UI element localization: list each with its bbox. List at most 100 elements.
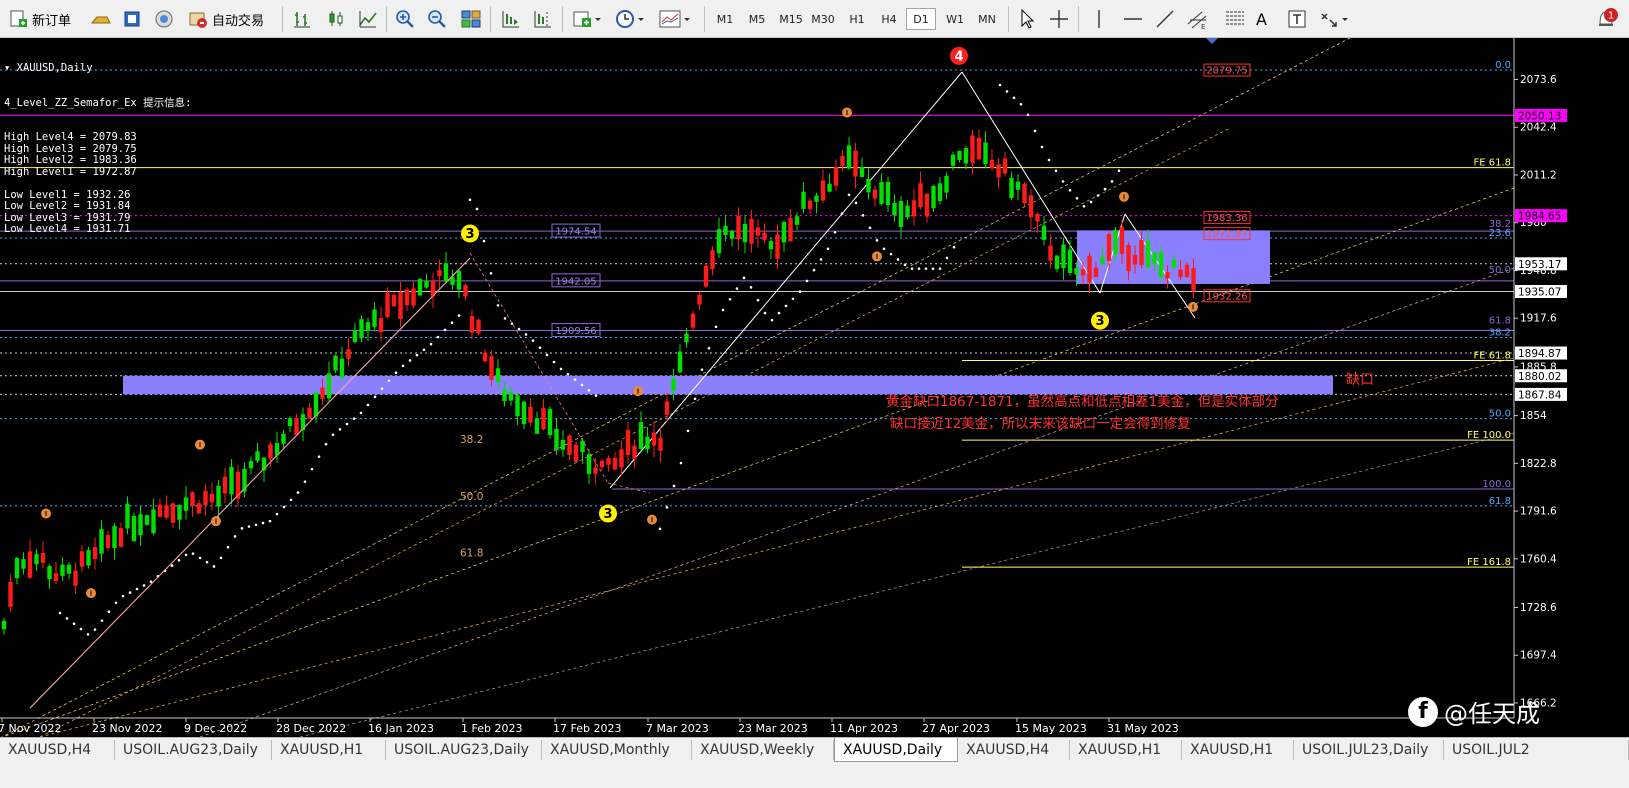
parabolic-dot bbox=[219, 556, 223, 560]
candle-body bbox=[164, 505, 169, 518]
svg-text:1: 1 bbox=[1608, 11, 1614, 22]
timeframe-m5[interactable]: M5 bbox=[742, 8, 772, 30]
timeframe-mn[interactable]: MN bbox=[972, 8, 1002, 30]
price-chart[interactable]: 4 3 3 3 1974.54 1942.05 1909.56 2079.75 1983.36… bbox=[0, 38, 1629, 737]
crosshair-icon bbox=[1050, 10, 1068, 28]
parabolic-dot bbox=[931, 267, 935, 270]
parabolic-dot bbox=[1117, 169, 1121, 173]
zoom-in-button[interactable] bbox=[394, 6, 416, 32]
trendline-tool[interactable] bbox=[1154, 6, 1176, 32]
templates-button[interactable] bbox=[658, 6, 692, 32]
auto-trading-button[interactable]: 自动交易 bbox=[188, 6, 264, 32]
vertical-line-tool[interactable] bbox=[1088, 6, 1110, 32]
candle-body bbox=[521, 401, 527, 425]
timeframe-h1[interactable]: H1 bbox=[842, 8, 872, 30]
timeframe-m1[interactable]: M1 bbox=[710, 8, 740, 30]
timeframe-d1[interactable]: D1 bbox=[906, 8, 936, 30]
candle-body bbox=[8, 581, 13, 607]
candle-body bbox=[1048, 245, 1053, 261]
arrows-tool[interactable] bbox=[1318, 6, 1352, 32]
fib-label: FE 61.8 bbox=[1473, 158, 1511, 169]
candle-body bbox=[1, 620, 7, 630]
candle-body bbox=[99, 529, 104, 554]
cursor-tool[interactable] bbox=[1016, 6, 1038, 32]
candle-body bbox=[560, 440, 566, 450]
text-label-tool[interactable] bbox=[1286, 6, 1308, 32]
chart-tab[interactable]: XAUUSD,Daily bbox=[834, 738, 958, 762]
parabolic-dot bbox=[310, 467, 314, 471]
parabolic-dot bbox=[261, 521, 265, 525]
text-tool[interactable]: A bbox=[1256, 6, 1267, 32]
candle-body bbox=[638, 422, 644, 449]
parabolic-dot bbox=[903, 263, 907, 267]
bar-chart-button[interactable] bbox=[292, 6, 312, 32]
channel-tool[interactable]: E bbox=[1186, 6, 1210, 32]
horizontal-line-tool[interactable] bbox=[1122, 6, 1144, 32]
parabolic-dot bbox=[665, 506, 669, 509]
chart-tab[interactable]: USOIL.JUL2 bbox=[1444, 740, 1629, 760]
toolbar-separator bbox=[282, 6, 283, 32]
box-label: 1932.26 bbox=[1206, 291, 1247, 302]
price-tick-label: 2073.6 bbox=[1520, 74, 1557, 86]
candle-body bbox=[905, 205, 910, 218]
parabolic-dot bbox=[587, 389, 591, 392]
chart-tab[interactable]: XAUUSD,H4 bbox=[958, 740, 1070, 760]
candle-body bbox=[229, 466, 234, 495]
timeframe-m30[interactable]: M30 bbox=[808, 8, 838, 30]
line-chart-button[interactable] bbox=[358, 6, 378, 32]
tile-windows-button[interactable] bbox=[460, 6, 482, 32]
parabolic-dot bbox=[1061, 180, 1065, 183]
chart-tab[interactable]: XAUUSD,H4 bbox=[0, 740, 115, 760]
candle-body bbox=[53, 573, 59, 582]
candle-body bbox=[677, 351, 683, 373]
candle-body bbox=[1158, 251, 1164, 278]
chart-tab[interactable]: USOIL.AUG23,Daily bbox=[115, 740, 272, 760]
semafor-marker-label: 4 bbox=[954, 49, 963, 64]
parabolic-dot bbox=[1012, 96, 1016, 100]
price-tick-label: 1728.6 bbox=[1520, 602, 1557, 614]
new-order-button[interactable]: 新订单 bbox=[8, 6, 71, 32]
price-box-label: 1935.07 bbox=[1518, 287, 1561, 299]
chart-tab[interactable]: XAUUSD,H1 bbox=[272, 740, 386, 760]
candle-body bbox=[411, 288, 416, 306]
auto-scroll-button[interactable] bbox=[500, 6, 522, 32]
candle-body bbox=[1067, 249, 1073, 273]
candle-body bbox=[27, 551, 33, 578]
indicators-button[interactable] bbox=[572, 6, 602, 32]
chart-tab[interactable]: XAUUSD,H1 bbox=[1070, 740, 1182, 760]
candle-body bbox=[34, 554, 39, 565]
candle-body bbox=[495, 368, 501, 383]
chart-tab[interactable]: XAUUSD,H1 bbox=[1182, 740, 1294, 760]
candlestick-button[interactable] bbox=[326, 6, 346, 32]
time-tick-label: 1 Feb 2023 bbox=[461, 722, 522, 735]
timeframe-w1[interactable]: W1 bbox=[940, 8, 970, 30]
new-order-label: 新订单 bbox=[32, 13, 72, 29]
crosshair-tool[interactable] bbox=[1048, 6, 1070, 32]
parabolic-dot bbox=[72, 622, 76, 626]
candle-body bbox=[788, 217, 793, 242]
chart-tab[interactable]: USOIL.JUL23,Daily bbox=[1294, 740, 1444, 760]
chart-tab[interactable]: XAUUSD,Monthly bbox=[542, 740, 692, 760]
candle-body bbox=[931, 185, 936, 209]
signals-button[interactable] bbox=[154, 6, 174, 32]
gold-bars-icon bbox=[90, 16, 111, 24]
annotation-line-2: 缺口接近12美金，所以未来该缺口一定会得到修复 bbox=[890, 415, 1191, 432]
timeframe-h4[interactable]: H4 bbox=[874, 8, 904, 30]
chart-shift-button[interactable] bbox=[532, 6, 554, 32]
chart-shift-icon bbox=[534, 11, 551, 28]
chart-tab[interactable]: USOIL.AUG23,Daily bbox=[386, 740, 542, 760]
fib-label: 50.0 bbox=[1489, 265, 1511, 276]
toolbar-separator bbox=[704, 6, 705, 32]
price-box-label: 1984.65 bbox=[1518, 211, 1561, 223]
market-watch-button[interactable] bbox=[90, 6, 112, 32]
navigator-button[interactable] bbox=[122, 6, 142, 32]
chart-tab[interactable]: XAUUSD,Weekly bbox=[692, 740, 834, 760]
periods-button[interactable] bbox=[614, 6, 646, 32]
zoom-out-button[interactable] bbox=[426, 6, 448, 32]
parabolic-dot bbox=[317, 455, 321, 458]
timeframe-m15[interactable]: M15 bbox=[776, 8, 806, 30]
parabolic-dot bbox=[191, 552, 195, 555]
alerts-button[interactable]: 1 bbox=[1592, 6, 1620, 32]
candle-body bbox=[209, 493, 215, 503]
fibonacci-tool[interactable] bbox=[1224, 6, 1246, 32]
